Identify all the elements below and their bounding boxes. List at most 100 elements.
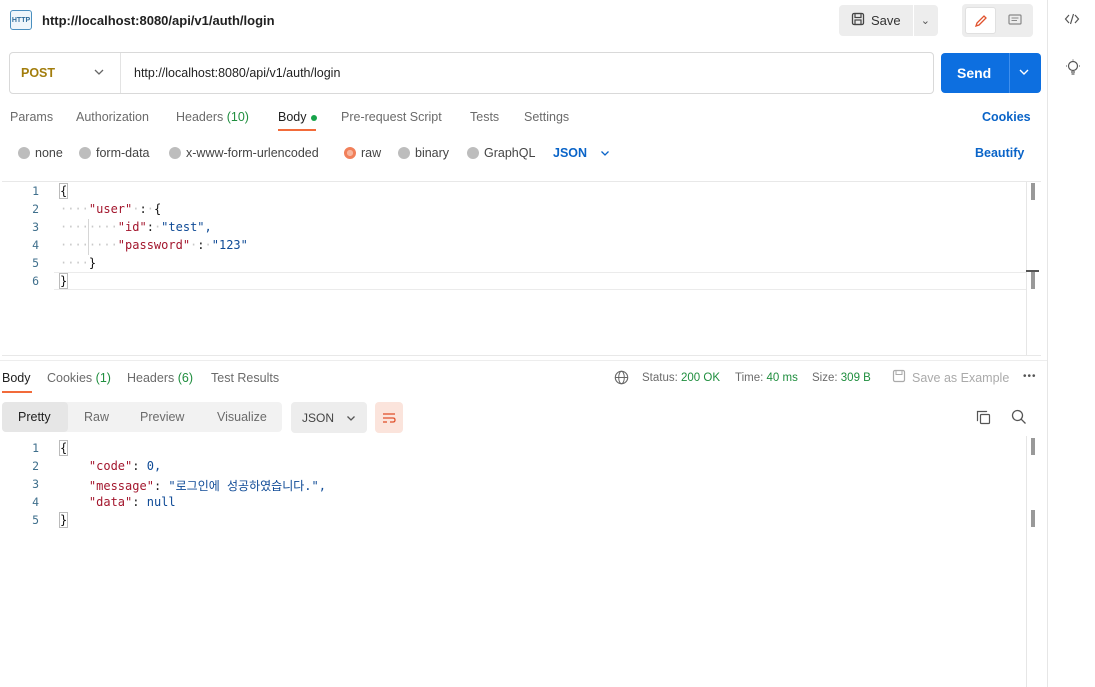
radio-dot — [467, 147, 479, 159]
line-number: 3 — [32, 220, 39, 234]
code-line: { — [58, 440, 69, 456]
code-brace: { — [58, 183, 69, 199]
indent-guide — [88, 219, 89, 255]
status-label: Status: — [642, 372, 678, 384]
tab-headers[interactable]: Headers (10) — [176, 110, 249, 124]
tab-headers-label: Headers — [176, 110, 224, 124]
line-number: 1 — [32, 441, 39, 455]
radio-dot-selected — [344, 147, 356, 159]
response-tab-underline — [2, 391, 32, 393]
send-divider — [1009, 53, 1010, 93]
url-input[interactable]: http://localhost:8080/api/v1/auth/login — [134, 66, 340, 80]
code-key: "code" — [88, 459, 133, 473]
line-number: 4 — [32, 495, 39, 509]
save-label: Save — [871, 13, 901, 28]
save-as-example-label: Save as Example — [912, 370, 1010, 385]
send-dropdown-chevron-down-icon[interactable] — [1018, 65, 1030, 79]
view-pretty[interactable]: Pretty — [18, 410, 51, 424]
url-divider — [120, 53, 121, 93]
radio-label: GraphQL — [484, 146, 536, 160]
code-value: 0, — [146, 459, 162, 473]
response-tab-headers-label: Headers — [127, 371, 175, 385]
response-scrollbar-thumb[interactable] — [1031, 438, 1035, 455]
response-divider — [0, 360, 1047, 361]
tab-tests[interactable]: Tests — [470, 110, 499, 124]
size-info[interactable]: Size: 309 B — [812, 372, 871, 384]
more-options-icon[interactable]: ••• — [1023, 371, 1037, 382]
active-line-highlight — [54, 272, 1026, 290]
editor-scrollbar-thumb[interactable] — [1031, 272, 1035, 289]
response-tab-headers[interactable]: Headers (6) — [127, 371, 193, 385]
time-value: 40 ms — [766, 372, 798, 384]
radio-label: raw — [361, 146, 382, 160]
body-format-select[interactable]: JSON — [553, 146, 610, 160]
line-number: 6 — [32, 274, 39, 288]
radio-urlencoded[interactable]: x-www-form-urlencoded — [169, 146, 319, 160]
comment-icon[interactable] — [1001, 7, 1029, 34]
lightbulb-icon[interactable] — [1065, 59, 1081, 81]
send-label[interactable]: Send — [957, 65, 991, 81]
code-brace: } — [88, 256, 97, 270]
save-icon — [892, 369, 906, 386]
tab-prerequest-script[interactable]: Pre-request Script — [341, 110, 442, 124]
response-tab-body[interactable]: Body — [2, 371, 31, 385]
response-format-select[interactable]: JSON — [291, 402, 367, 433]
view-raw[interactable]: Raw — [84, 410, 109, 424]
editor-scrollbar-thumb[interactable] — [1031, 183, 1035, 200]
line-number: 2 — [32, 202, 39, 216]
method-select[interactable]: POST — [21, 66, 55, 80]
pencil-icon[interactable] — [965, 7, 996, 34]
cookies-link[interactable]: Cookies — [982, 110, 1031, 124]
radio-graphql[interactable]: GraphQL — [467, 146, 535, 160]
code-key: "user" — [88, 202, 133, 216]
wrap-lines-icon[interactable] — [375, 402, 403, 433]
tab-active-underline — [278, 129, 316, 131]
response-tab-cookies[interactable]: Cookies (1) — [47, 371, 111, 385]
cookies-count: (1) — [95, 371, 111, 385]
status-info[interactable]: Status: 200 OK — [642, 372, 720, 384]
code-line: ····} — [60, 256, 97, 270]
code-brace: { — [58, 440, 69, 456]
view-preview[interactable]: Preview — [140, 410, 184, 424]
save-dropdown-chevron-down-icon[interactable]: ⌄ — [913, 14, 938, 27]
radio-dot — [398, 147, 410, 159]
time-info[interactable]: Time: 40 ms — [735, 372, 798, 384]
headers-count: (10) — [226, 110, 249, 124]
line-number: 3 — [32, 477, 39, 491]
save-button[interactable]: Save — [839, 5, 913, 36]
code-line: "message": "로그인에 성공하였습니다.", — [88, 479, 326, 493]
view-visualize[interactable]: Visualize — [217, 410, 267, 424]
radio-raw[interactable]: raw — [344, 146, 381, 160]
copy-icon[interactable] — [976, 410, 991, 429]
code-value: "test", — [161, 220, 212, 234]
tab-params[interactable]: Params — [10, 110, 53, 124]
code-icon[interactable] — [1064, 12, 1080, 29]
beautify-link[interactable]: Beautify — [975, 146, 1024, 160]
radio-label: binary — [415, 146, 450, 160]
tab-body-label: Body — [278, 110, 307, 124]
code-line: ····"user"·:·{ — [60, 202, 162, 216]
body-format-label: JSON — [553, 146, 588, 160]
radio-binary[interactable]: binary — [398, 146, 449, 160]
save-as-example-button[interactable]: Save as Example — [892, 369, 1009, 386]
code-key: "password" — [117, 238, 191, 252]
tab-settings[interactable]: Settings — [524, 110, 569, 124]
response-format-label: JSON — [302, 410, 335, 425]
tab-body[interactable]: Body — [278, 110, 317, 124]
radio-none[interactable]: none — [18, 146, 63, 160]
response-tab-test-results[interactable]: Test Results — [211, 371, 279, 385]
code-line: { — [58, 183, 69, 199]
request-title[interactable]: http://localhost:8080/api/v1/auth/login — [42, 13, 275, 28]
globe-icon[interactable] — [614, 370, 629, 388]
time-label: Time: — [735, 372, 764, 384]
save-icon — [851, 12, 865, 29]
code-value: "로그인에 성공하였습니다.", — [168, 479, 326, 493]
chevron-down-icon — [600, 146, 610, 160]
radio-form-data[interactable]: form-data — [79, 146, 150, 160]
tab-authorization[interactable]: Authorization — [76, 110, 149, 124]
chevron-down-icon[interactable] — [93, 65, 105, 79]
right-sidebar-divider — [1047, 0, 1048, 687]
search-icon[interactable] — [1011, 409, 1027, 429]
code-line: } — [58, 273, 69, 289]
response-scrollbar-thumb[interactable] — [1031, 510, 1035, 527]
